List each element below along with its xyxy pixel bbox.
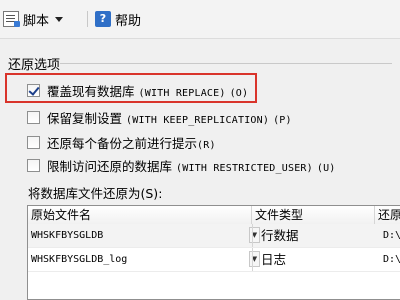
prompt-checkbox[interactable]	[27, 135, 40, 149]
script-button[interactable]: 脚本	[3, 9, 64, 29]
column-header-restore-as[interactable]: 还原	[375, 206, 400, 224]
column-header-file-type[interactable]: 文件类型	[252, 206, 375, 224]
column-header-original-name[interactable]: 原始文件名	[28, 206, 252, 224]
option-label: 保留复制设置 (WITH KEEP_REPLICATION) (P)	[47, 110, 292, 126]
restricted-user-checkbox[interactable]	[27, 158, 40, 172]
help-icon	[95, 11, 111, 27]
restore-files-label: 将数据库文件还原为(S):	[28, 186, 163, 201]
table-row[interactable]: WHSKFBYSGLDB ▼ 行数据 D:\	[28, 224, 400, 248]
restore-path[interactable]: D:\	[375, 224, 400, 247]
help-button[interactable]: 帮助	[95, 9, 141, 29]
keep-replication-checkbox[interactable]	[27, 110, 40, 124]
option-replace[interactable]: 覆盖现有数据库 (WITH REPLACE) (O)	[27, 82, 249, 99]
original-file-name: WHSKFBYSGLDB_log	[31, 254, 128, 265]
files-grid[interactable]: 原始文件名 文件类型 还原 WHSKFBYSGLDB ▼ 行数据 D:\ WHS…	[27, 205, 400, 300]
original-file-name: WHSKFBYSGLDB	[31, 230, 104, 241]
option-label: 还原每个备份之前进行提示(R)	[47, 135, 216, 151]
help-label: 帮助	[115, 13, 142, 29]
option-label: 限制访问还原的数据库 (WITH RESTRICTED_USER) (U)	[47, 158, 336, 174]
option-restricted-user[interactable]: 限制访问还原的数据库 (WITH RESTRICTED_USER) (U)	[27, 157, 336, 174]
grid-header: 原始文件名 文件类型 还原	[28, 206, 400, 225]
restore-path[interactable]: D:\	[375, 248, 400, 271]
toolbar: 脚本 帮助	[0, 0, 400, 39]
replace-checkbox[interactable]	[27, 83, 40, 97]
section-title: 还原选项	[8, 58, 61, 73]
section-divider	[60, 63, 392, 64]
option-label: 覆盖现有数据库 (WITH REPLACE) (O)	[47, 83, 249, 99]
file-type: 行数据	[252, 224, 375, 247]
chevron-down-icon[interactable]	[55, 16, 64, 22]
file-type: 日志	[252, 248, 375, 271]
toolbar-separator	[87, 11, 88, 27]
script-label: 脚本	[23, 13, 50, 29]
table-row[interactable]: WHSKFBYSGLDB_log ▼ 日志 D:\	[28, 248, 400, 272]
script-icon	[3, 11, 20, 27]
option-keep-replication[interactable]: 保留复制设置 (WITH KEEP_REPLICATION) (P)	[27, 109, 292, 126]
option-prompt-before-restore[interactable]: 还原每个备份之前进行提示(R)	[27, 134, 216, 151]
